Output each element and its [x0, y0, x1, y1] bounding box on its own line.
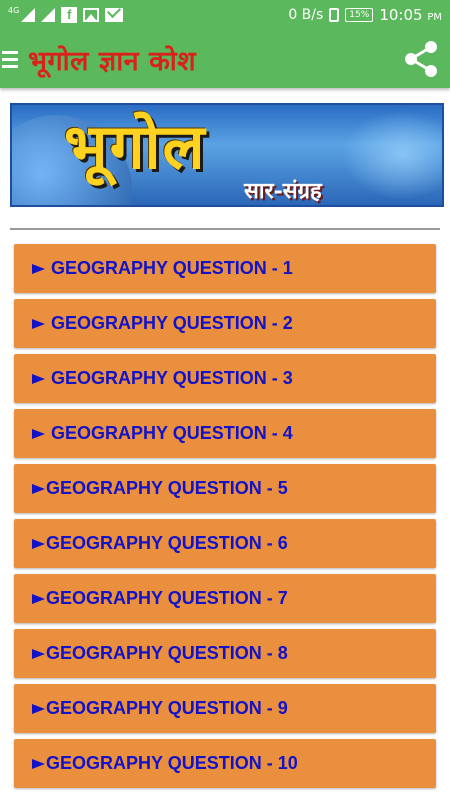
hamburger-menu-icon[interactable]: [0, 50, 26, 68]
clock-ampm: PM: [427, 12, 442, 23]
question-item-9[interactable]: GEOGRAPHY QUESTION - 9: [14, 684, 436, 733]
data-speed: 0 B/s: [288, 7, 324, 23]
question-label: GEOGRAPHY QUESTION - 6: [46, 533, 288, 553]
banner-image: भूगोल सार-संग्रह: [10, 103, 444, 207]
arrow-right-icon: [32, 703, 45, 714]
question-label: GEOGRAPHY QUESTION - 5: [46, 478, 288, 498]
arrow-right-icon: [32, 538, 45, 549]
facebook-icon: f: [61, 7, 78, 23]
arrow-right-icon: [32, 593, 45, 604]
status-bar: 4G f 0 B/s 15% 10:05 PM: [0, 0, 450, 30]
share-icon: [405, 41, 437, 77]
arrow-right-icon: [32, 263, 45, 274]
question-label: GEOGRAPHY QUESTION - 4: [51, 423, 293, 443]
question-label: GEOGRAPHY QUESTION - 10: [46, 753, 298, 773]
image-icon: [83, 8, 100, 22]
arrow-right-icon: [32, 758, 45, 769]
question-item-1[interactable]: GEOGRAPHY QUESTION - 1: [14, 244, 436, 293]
banner-title: भूगोल: [64, 110, 207, 183]
signal-icon: [21, 8, 36, 22]
share-button[interactable]: [400, 38, 442, 80]
question-item-10[interactable]: GEOGRAPHY QUESTION - 10: [14, 739, 436, 788]
banner-subtitle: सार-संग्रह: [244, 178, 322, 204]
question-item-4[interactable]: GEOGRAPHY QUESTION - 4: [14, 409, 436, 458]
arrow-right-icon: [32, 373, 45, 384]
question-label: GEOGRAPHY QUESTION - 1: [51, 258, 293, 278]
network-type: 4G: [8, 5, 20, 15]
question-label: GEOGRAPHY QUESTION - 7: [46, 588, 288, 608]
question-item-7[interactable]: GEOGRAPHY QUESTION - 7: [14, 574, 436, 623]
arrow-right-icon: [32, 648, 45, 659]
question-label: GEOGRAPHY QUESTION - 8: [46, 643, 288, 663]
status-left: 4G f: [8, 5, 124, 23]
signal-icon-2: [41, 8, 56, 22]
arrow-right-icon: [32, 318, 45, 329]
status-right: 0 B/s 15% 10:05 PM: [288, 6, 442, 24]
question-item-6[interactable]: GEOGRAPHY QUESTION - 6: [14, 519, 436, 568]
app-title: भूगोल ज्ञान कोश: [28, 45, 197, 77]
app-bar: भूगोल ज्ञान कोश: [0, 30, 450, 88]
divider: [10, 228, 440, 230]
question-item-2[interactable]: GEOGRAPHY QUESTION - 2: [14, 299, 436, 348]
question-item-3[interactable]: GEOGRAPHY QUESTION - 3: [14, 354, 436, 403]
question-label: GEOGRAPHY QUESTION - 2: [51, 313, 293, 333]
question-list: GEOGRAPHY QUESTION - 1 GEOGRAPHY QUESTIO…: [14, 244, 436, 794]
question-label: GEOGRAPHY QUESTION - 9: [46, 698, 288, 718]
question-item-5[interactable]: GEOGRAPHY QUESTION - 5: [14, 464, 436, 513]
vibrate-icon: [329, 8, 340, 22]
mail-icon: [105, 8, 124, 22]
battery-icon: 15%: [345, 8, 374, 22]
arrow-right-icon: [32, 428, 45, 439]
question-label: GEOGRAPHY QUESTION - 3: [51, 368, 293, 388]
question-item-8[interactable]: GEOGRAPHY QUESTION - 8: [14, 629, 436, 678]
clock: 10:05 PM: [379, 6, 442, 24]
clock-time: 10:05: [379, 6, 423, 24]
arrow-right-icon: [32, 483, 45, 494]
